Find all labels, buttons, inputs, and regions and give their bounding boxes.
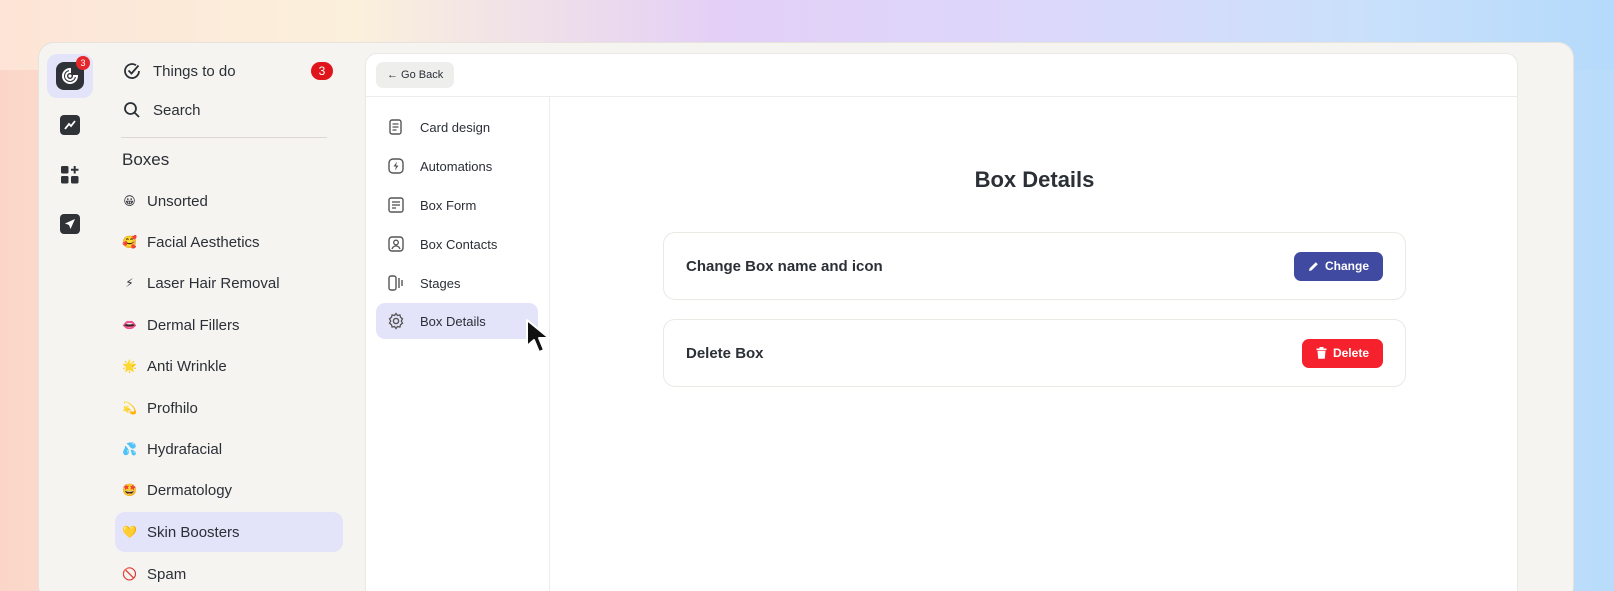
contacts-icon [386,234,406,254]
nav-item-box-details[interactable]: Box Details [376,303,538,339]
change-box-card: Change Box name and icon Change [663,232,1406,300]
nav-item-box-contacts[interactable]: Box Contacts [376,226,538,262]
search-icon [121,99,143,121]
pencil-icon [1308,261,1319,272]
box-item-label: Dermal Fillers [147,316,240,334]
delete-button-label: Delete [1332,346,1369,360]
change-button-label: Change [1324,259,1369,273]
box-item-unsorted[interactable]: 😀 Unsorted [115,181,343,221]
box-emoji-icon: ⚡ [125,276,134,290]
check-circle-icon [121,60,143,82]
box-item-label: Facial Aesthetics [147,233,260,251]
gear-icon [386,311,406,331]
box-emoji-icon: 🤩 [122,483,137,497]
box-emoji-icon: 🥰 [122,235,137,249]
box-item-label: Skin Boosters [147,523,240,541]
box-item-label: Unsorted [147,192,208,210]
chart-line-icon [60,115,80,135]
delete-box-label: Delete Box [686,344,764,362]
box-item-profhilo[interactable]: 💫 Profhilo [115,388,343,428]
nav-item-label: Box Details [420,313,486,329]
nav-item-automations[interactable]: Automations [376,148,538,184]
box-item-label: Hydrafacial [147,440,223,458]
form-icon [386,195,406,215]
things-to-do-label: Things to do [153,62,236,80]
boxes-heading: Boxes [122,150,170,169]
things-to-do-count-badge: 3 [311,62,333,80]
mouse-pointer-icon [526,319,550,353]
search-item[interactable]: Search [121,93,333,127]
widgets-button[interactable] [47,153,93,197]
nav-item-label: Stages [420,275,461,291]
stages-icon [386,273,406,293]
analytics-button[interactable] [47,103,93,147]
box-item-label: Spam [147,565,187,583]
delete-button[interactable]: Delete [1301,338,1383,368]
box-item-skin-boosters[interactable]: 💛 Skin Boosters [115,512,343,552]
box-emoji-icon: 😀 [123,194,136,208]
send-button[interactable] [47,202,93,246]
box-item-hydrafacial[interactable]: 💦 Hydrafacial [115,429,343,469]
box-item-anti-wrinkle[interactable]: 🌟 Anti Wrinkle [115,346,343,386]
search-label: Search [153,101,201,119]
panel-topbar: ← Go Back [366,54,1517,97]
nav-item-label: Box Form [420,197,477,213]
box-item-spam[interactable]: 🚫 Spam [115,554,343,591]
trash-icon [1316,347,1327,359]
go-back-button[interactable]: ← Go Back [376,62,455,88]
box-item-label: Anti Wrinkle [147,357,227,375]
delete-box-card: Delete Box Delete [663,319,1406,387]
sidebar-divider [121,137,327,138]
send-icon [60,214,80,234]
box-item-facial-aesthetics[interactable]: 🥰 Facial Aesthetics [115,222,343,262]
nav-item-box-form[interactable]: Box Form [376,187,538,223]
box-item-dermal-fillers[interactable]: 👄 Dermal Fillers [115,305,343,345]
box-item-label: Dermatology [147,481,233,499]
settings-nav: Card design Automations Box Form Box Con… [366,97,550,591]
nav-item-label: Box Contacts [420,236,498,252]
nav-item-stages[interactable]: Stages [376,265,538,301]
box-details-content: Box Details Change Box name and icon Cha… [550,97,1517,591]
box-item-label: Profhilo [147,399,198,417]
sidebar: Things to do 3 Search Boxes 😀 Unsorted 🥰… [115,43,385,591]
box-emoji-icon: 🌟 [122,359,137,373]
box-emoji-icon: 👄 [122,318,137,332]
box-emoji-icon: 🚫 [122,567,137,581]
page-title: Box Details [974,167,1095,192]
box-item-dermatology[interactable]: 🤩 Dermatology [115,470,343,510]
app-logo-button[interactable]: 3 [47,54,93,98]
box-emoji-icon: 💫 [122,401,137,415]
nav-item-card-design[interactable]: Card design [376,109,538,145]
app-logo-icon: 3 [56,56,90,90]
widgets-icon [61,166,79,184]
change-box-label: Change Box name and icon [686,257,883,275]
box-item-label: Laser Hair Removal [147,274,280,292]
box-item-laser-hair-removal[interactable]: ⚡ Laser Hair Removal [115,263,343,303]
icon-rail: 3 [39,43,103,591]
nav-item-label: Automations [420,158,493,174]
logo-notification-badge: 3 [76,56,90,70]
box-emoji-icon: 💦 [122,442,137,456]
change-button[interactable]: Change [1293,251,1383,281]
things-to-do-item[interactable]: Things to do 3 [121,54,333,88]
nav-item-label: Card design [420,119,491,135]
card-design-icon [386,117,406,137]
automation-bolt-icon [386,156,406,176]
app-window: 3 Things to do 3 Search Boxes 😀 Unsorted… [38,42,1574,591]
box-emoji-icon: 💛 [122,525,137,539]
